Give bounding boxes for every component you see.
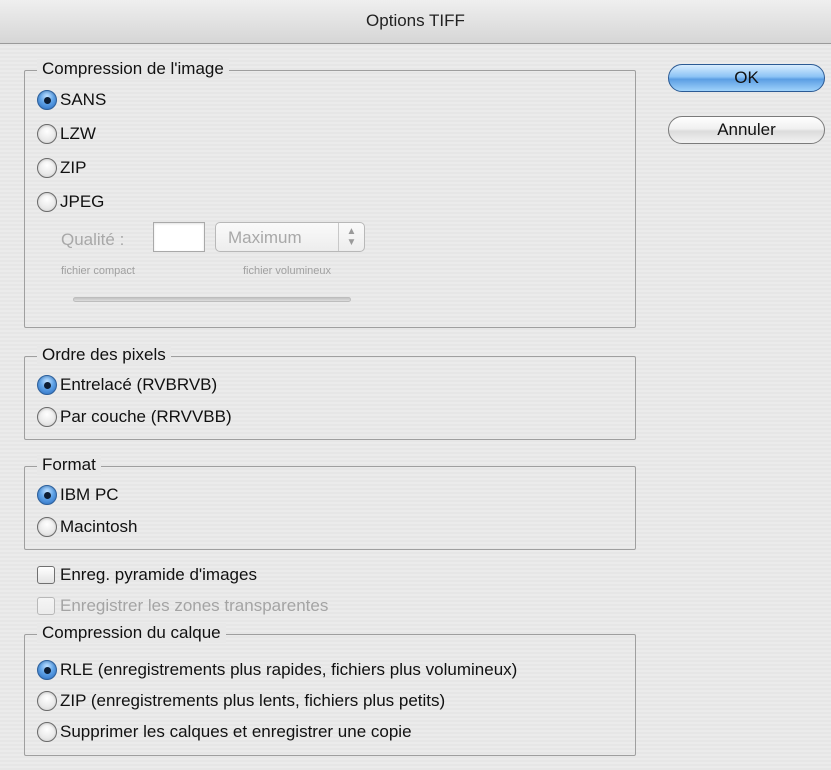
group-label-format: Format: [37, 455, 101, 475]
radio-label: RLE (enregistrements plus rapides, fichi…: [60, 660, 518, 679]
radio-label: SANS: [60, 90, 107, 109]
checkbox-label: Enreg. pyramide d'images: [60, 565, 257, 584]
ok-button[interactable]: OK: [668, 64, 825, 92]
checkbox-disabled: [37, 597, 55, 615]
title-bar[interactable]: Options TIFF: [0, 0, 831, 44]
radio-layer-zip[interactable]: ZIP (enregistrements plus lents, fichier…: [37, 691, 445, 711]
radio-button-checked[interactable]: [37, 485, 57, 505]
group-label-pixel-order: Ordre des pixels: [37, 345, 171, 365]
radio-compression-jpeg[interactable]: JPEG: [37, 192, 104, 212]
radio-button[interactable]: [37, 691, 57, 711]
quality-slider[interactable]: [73, 297, 351, 302]
radio-format-ibm-pc[interactable]: IBM PC: [37, 485, 119, 505]
slider-max-label: fichier volumineux: [243, 265, 332, 277]
select-value: Maximum: [228, 228, 302, 247]
quality-preset-select[interactable]: Maximum ▲ ▼: [215, 222, 365, 252]
radio-label: Macintosh: [60, 517, 138, 536]
radio-compression-none[interactable]: SANS: [37, 90, 106, 110]
radio-button-checked[interactable]: [37, 90, 57, 110]
checkbox-save-pyramid[interactable]: Enreg. pyramide d'images: [37, 565, 257, 585]
radio-button[interactable]: [37, 517, 57, 537]
radio-label: IBM PC: [60, 485, 119, 504]
checkbox-label: Enregistrer les zones transparentes: [60, 596, 329, 615]
radio-button[interactable]: [37, 407, 57, 427]
pixel-order-group: Ordre des pixels Entrelacé (RVBRVB) Par …: [24, 345, 636, 440]
radio-pixel-per-channel[interactable]: Par couche (RRVVBB): [37, 407, 232, 427]
radio-label: LZW: [60, 124, 96, 143]
radio-compression-lzw[interactable]: LZW: [37, 124, 96, 144]
radio-label: JPEG: [60, 192, 105, 211]
radio-button[interactable]: [37, 192, 57, 212]
checkbox[interactable]: [37, 566, 55, 584]
group-label-layer-compression: Compression du calque: [37, 623, 226, 643]
radio-label: Entrelacé (RVBRVB): [60, 375, 218, 394]
quality-input[interactable]: [153, 222, 205, 252]
group-label-image-compression: Compression de l'image: [37, 59, 229, 79]
cancel-button[interactable]: Annuler: [668, 116, 825, 144]
radio-label: ZIP: [60, 158, 87, 177]
radio-label: ZIP (enregistrements plus lents, fichier…: [60, 691, 446, 710]
radio-layer-discard[interactable]: Supprimer les calques et enregistrer une…: [37, 722, 412, 742]
tiff-options-dialog: Options TIFF OK Annuler Compression de l…: [0, 0, 831, 770]
radio-layer-rle[interactable]: RLE (enregistrements plus rapides, fichi…: [37, 660, 517, 680]
radio-format-macintosh[interactable]: Macintosh: [37, 517, 137, 537]
slider-min-label: fichier compact: [61, 265, 135, 277]
layer-compression-group: Compression du calque RLE (enregistremen…: [24, 623, 636, 756]
radio-label: Par couche (RRVVBB): [60, 407, 232, 426]
radio-button-checked[interactable]: [37, 375, 57, 395]
chevron-updown-icon: ▲ ▼: [338, 223, 364, 251]
window-title: Options TIFF: [366, 11, 465, 30]
image-compression-group: Compression de l'image SANS LZW ZIP JPEG…: [24, 59, 636, 328]
radio-label: Supprimer les calques et enregistrer une…: [60, 722, 412, 741]
byte-order-group: Format IBM PC Macintosh: [24, 455, 636, 550]
radio-button[interactable]: [37, 722, 57, 742]
radio-button[interactable]: [37, 158, 57, 178]
radio-button-checked[interactable]: [37, 660, 57, 680]
radio-compression-zip[interactable]: ZIP: [37, 158, 86, 178]
radio-pixel-interleaved[interactable]: Entrelacé (RVBRVB): [37, 375, 217, 395]
checkbox-save-transparency: Enregistrer les zones transparentes: [37, 596, 328, 616]
radio-button[interactable]: [37, 124, 57, 144]
quality-label: Qualité :: [61, 230, 125, 249]
